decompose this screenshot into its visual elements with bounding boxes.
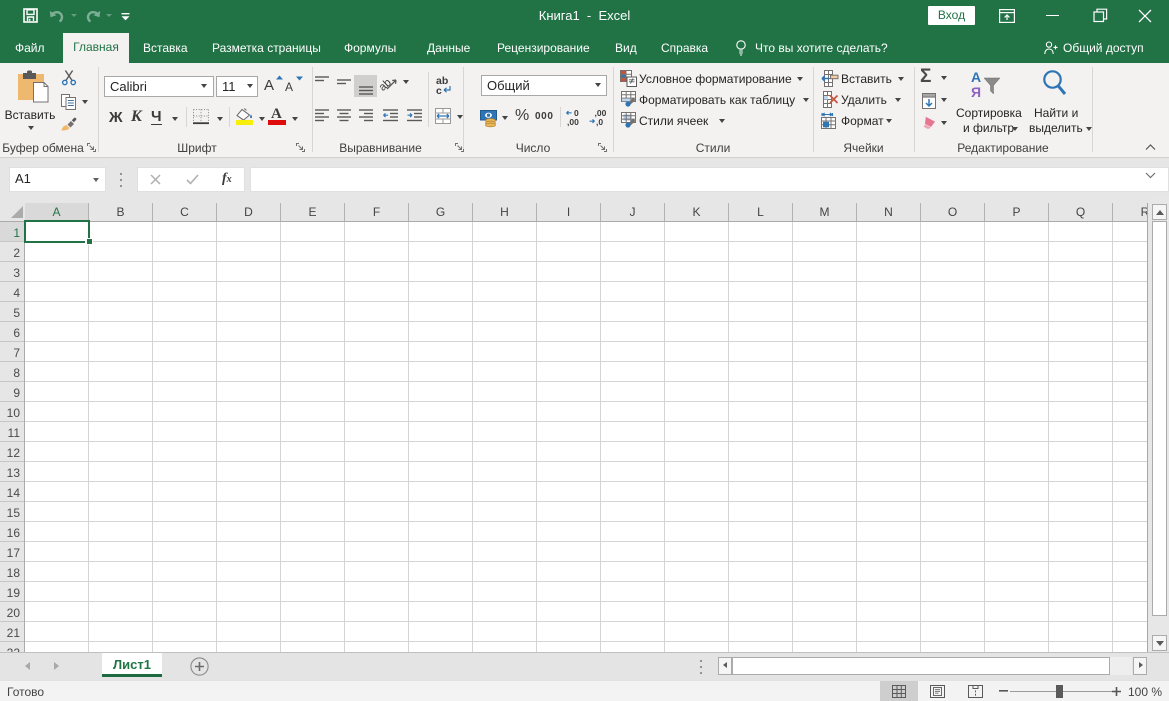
svg-text:,0: ,0 [596,117,603,127]
svg-text:c: c [436,85,442,97]
svg-text:А: А [971,69,981,85]
svg-text:Я: Я [971,84,981,100]
svg-text:,00: ,00 [567,117,579,127]
